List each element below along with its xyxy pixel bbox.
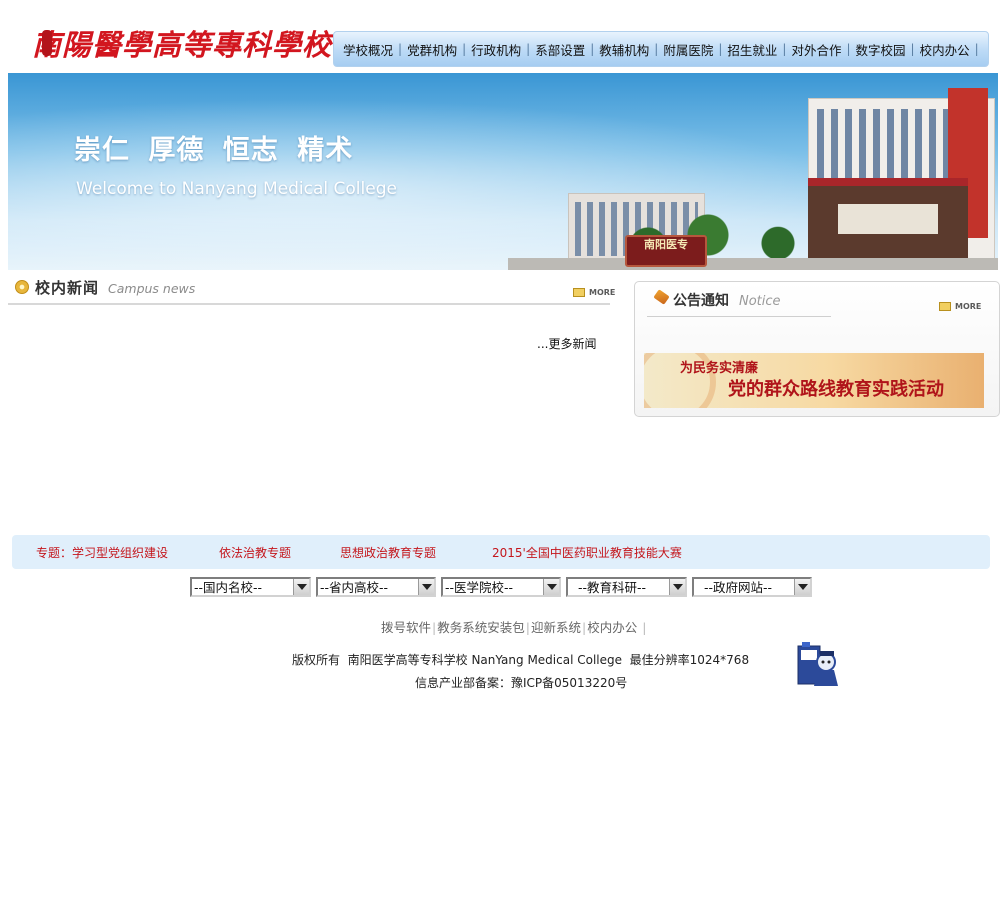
select-value: --教育科研-- <box>570 580 646 595</box>
folder-icon <box>939 302 951 311</box>
chevron-down-icon <box>669 579 685 595</box>
banner-welcome: Welcome to Nanyang Medical College <box>76 179 397 199</box>
footer-link-freshman-system[interactable]: 迎新系统 <box>531 620 581 635</box>
folder-icon <box>573 288 585 297</box>
topic-link-learning-party[interactable]: 专题：学习型党组织建设 <box>36 544 168 561</box>
notice-title: 公告通知 <box>673 293 729 309</box>
nav-separator: | <box>974 42 979 56</box>
nav-separator: | <box>718 42 723 56</box>
footer-link-separator: | <box>638 620 647 635</box>
hero-banner: 南阳医专 崇仁 厚德 恒志 精术 Welcome to Nanyang Medi… <box>8 73 998 270</box>
nav-item-teaching-support[interactable]: 教辅机构 <box>599 40 649 59</box>
notice-more-label: MORE <box>955 302 982 311</box>
nav-separator: | <box>526 42 531 56</box>
promo-line-2: 党的群众路线教育实践活动 <box>728 379 944 400</box>
news-bullet-icon <box>15 280 29 294</box>
chevron-down-icon <box>794 579 810 595</box>
gate-stone: 南阳医专 <box>625 235 707 267</box>
select-national-universities[interactable]: --国内名校-- <box>190 577 311 597</box>
promo-line-1: 为民务实清廉 <box>680 361 759 376</box>
copyright-text: 版权所有 南阳医学高等专科学校 NanYang Medical College … <box>292 653 750 667</box>
nav-separator: | <box>846 42 851 56</box>
nav-item-departments[interactable]: 系部设置 <box>535 40 585 59</box>
banner-motto: 崇仁 厚德 恒志 精术 <box>74 135 354 166</box>
chevron-down-icon <box>418 579 434 595</box>
nav-item-administration[interactable]: 行政机构 <box>471 40 521 59</box>
school-name: 南陽醫學高等專科學校 <box>32 28 333 62</box>
topic-link-political-education[interactable]: 思想政治教育专题 <box>340 544 436 561</box>
main-navigation: 学校概况 | 党群机构 | 行政机构 | 系部设置 | 教辅机构 | 附属医院 | 招生就业… <box>333 31 989 67</box>
nav-separator: | <box>910 42 915 56</box>
nav-item-admissions-employment[interactable]: 招生就业 <box>727 40 777 59</box>
select-medical-colleges[interactable]: --医学院校-- <box>441 577 561 597</box>
select-provincial-universities[interactable]: --省内高校-- <box>316 577 436 597</box>
select-value: --省内高校-- <box>320 580 389 595</box>
select-value: --医学院校-- <box>445 580 514 595</box>
pencil-icon <box>653 289 670 305</box>
topic-link-rule-of-law[interactable]: 依法治教专题 <box>219 544 291 561</box>
footer-link-campus-office[interactable]: 校内办公 <box>587 620 637 635</box>
notice-more-button[interactable]: MORE <box>939 302 981 311</box>
notice-divider <box>647 316 831 317</box>
campus-news-header: 校内新闻 Campus news MORE <box>8 275 615 305</box>
select-education-research[interactable]: --教育科研-- <box>566 577 687 597</box>
select-value: --政府网站-- <box>696 580 772 595</box>
nav-separator: | <box>462 42 467 56</box>
chevron-down-icon <box>543 579 559 595</box>
nav-item-external-cooperation[interactable]: 对外合作 <box>791 40 841 59</box>
mass-line-campaign-banner[interactable]: 为民务实清廉 党的群众路线教育实践活动 <box>644 353 984 408</box>
campus-ground <box>508 258 998 270</box>
nav-separator: | <box>398 42 403 56</box>
footer-link-separator: | <box>581 620 587 635</box>
footer-links: 拨号软件|教务系统安装包|迎新系统|校内办公 | <box>381 617 647 636</box>
school-logo[interactable]: 南陽醫學高等專科學校 <box>24 16 331 70</box>
footer-link-academic-system[interactable]: 教务系统安装包 <box>437 620 525 635</box>
footer-link-dialer[interactable]: 拨号软件 <box>381 620 431 635</box>
footer-link-separator: | <box>432 620 437 635</box>
nav-item-school-overview[interactable]: 学校概况 <box>343 40 393 59</box>
campus-news-title: 校内新闻 <box>35 279 100 297</box>
police-badge-icon[interactable] <box>796 640 844 688</box>
news-more-label: MORE <box>589 288 616 297</box>
nav-separator: | <box>782 42 787 56</box>
select-government-sites[interactable]: --政府网站-- <box>692 577 812 597</box>
more-news-link[interactable]: ...更多新闻 <box>537 335 596 352</box>
select-value: --国内名校-- <box>194 580 263 595</box>
campus-news-subtitle: Campus news <box>108 281 196 296</box>
topic-link-skills-competition[interactable]: 2015'全国中医药职业教育技能大赛 <box>492 544 682 561</box>
nav-separator: | <box>590 42 595 56</box>
gate-stone-label: 南阳医专 <box>644 238 688 251</box>
nav-separator: | <box>654 42 659 56</box>
nav-item-affiliated-hospital[interactable]: 附属医院 <box>663 40 713 59</box>
campus-gate <box>808 178 968 268</box>
notice-panel: 公告通知 Notice MORE 为民务实清廉 党的群众路线教育实践活动 <box>634 281 1000 417</box>
icp-record[interactable]: 信息产业部备案：豫ICP备05013220号 <box>415 674 627 691</box>
special-topics-bar: 专题：学习型党组织建设 依法治教专题 思想政治教育专题 2015'全国中医药职业… <box>12 535 990 569</box>
news-more-button[interactable]: MORE <box>573 288 615 297</box>
nav-item-campus-office[interactable]: 校内办公 <box>920 40 970 59</box>
notice-subtitle: Notice <box>739 294 781 309</box>
chevron-down-icon <box>293 579 309 595</box>
nav-item-digital-campus[interactable]: 数字校园 <box>856 40 906 59</box>
nav-item-party-organizations[interactable]: 党群机构 <box>407 40 457 59</box>
footer-link-separator: | <box>525 620 530 635</box>
